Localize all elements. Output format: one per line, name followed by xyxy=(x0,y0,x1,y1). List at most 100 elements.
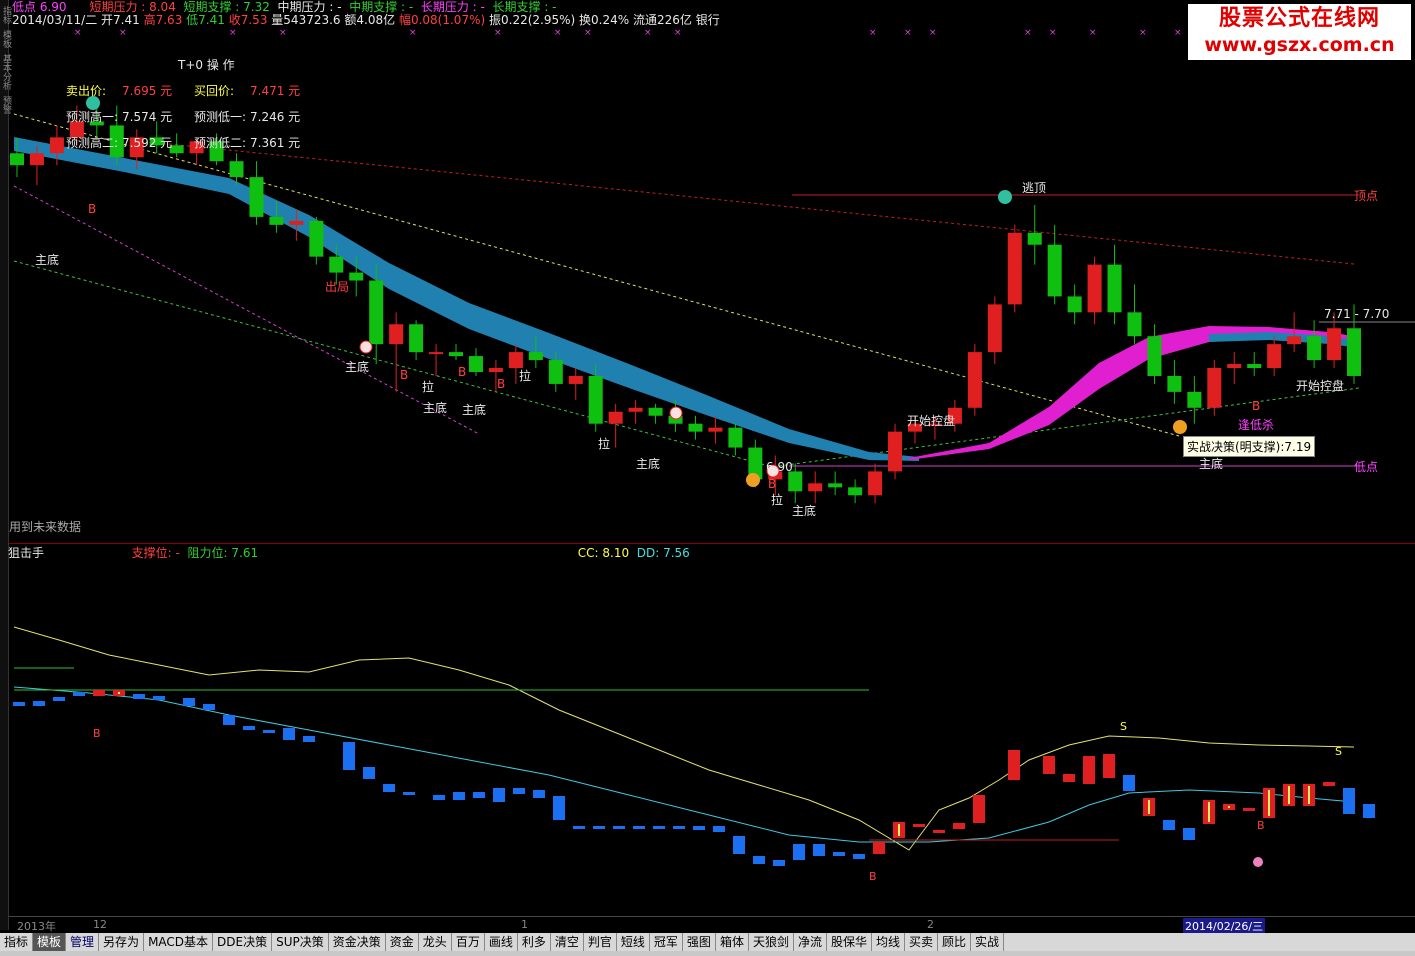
candle-body-55 xyxy=(1107,264,1122,313)
candle-body-15 xyxy=(309,220,324,257)
lower-bar-43 xyxy=(913,824,925,827)
lower-bar-45 xyxy=(953,823,965,829)
tab-6[interactable]: SUP决策 xyxy=(272,933,329,951)
lower-bar-33 xyxy=(713,826,725,832)
lower-bar-51 xyxy=(1103,754,1115,778)
pred-low1-label: 预测低一: xyxy=(194,110,247,124)
candle-body-49 xyxy=(987,304,1002,353)
tab-5[interactable]: DDE决策 xyxy=(213,933,273,951)
tab-13[interactable]: 清空 xyxy=(551,933,584,951)
lower-bar-41 xyxy=(873,842,885,854)
lower-indicator-chart[interactable] xyxy=(9,560,1415,915)
lower-bar-core-5 xyxy=(118,692,120,694)
lower-bar-15 xyxy=(343,742,355,770)
tab-20[interactable]: 净流 xyxy=(794,933,827,951)
lower-bar-core-57 xyxy=(1228,806,1230,808)
tab-11[interactable]: 画线 xyxy=(485,933,518,951)
candle-body-22 xyxy=(449,352,464,357)
lower-bar-55 xyxy=(1183,828,1195,840)
tab-9[interactable]: 龙头 xyxy=(419,933,452,951)
top-x-mark-0: × xyxy=(74,28,82,38)
buy-back-label: 买回价: xyxy=(194,84,235,98)
candle-body-31 xyxy=(628,407,643,412)
quote-date: 2014/03/11/二 xyxy=(12,13,98,27)
lower-bar-50 xyxy=(1083,756,1095,784)
lower-bar-30 xyxy=(653,826,665,829)
pred-low1-value: 7.246 元 xyxy=(250,110,301,124)
tab-22[interactable]: 均线 xyxy=(872,933,906,951)
lower-yellow-line xyxy=(13,626,1355,851)
tab-15[interactable]: 短线 xyxy=(617,933,650,951)
tab-17[interactable]: 强图 xyxy=(683,933,716,951)
tab-25[interactable]: 实战 xyxy=(971,933,1005,951)
lower-bar-8 xyxy=(183,698,195,706)
plus-marker-2 xyxy=(669,406,683,420)
lower-bar-52 xyxy=(1123,775,1135,791)
lower-indicator-name[interactable]: 狙击手 xyxy=(8,546,44,560)
low-value-tag: 6.90 xyxy=(766,460,793,474)
tab-3[interactable]: 另存为 xyxy=(99,933,145,951)
buy-mark-5: B xyxy=(768,477,777,491)
trend-line-green-1 xyxy=(13,260,770,467)
lower-bar-9 xyxy=(203,704,215,710)
candle-body-19 xyxy=(389,324,404,345)
candle-body-41 xyxy=(828,483,843,488)
tab-12[interactable]: 利多 xyxy=(518,933,551,951)
left-side-tabs[interactable]: 指标 模板 基本分析 预警 xyxy=(0,0,11,930)
candle-body-44 xyxy=(888,431,903,472)
tab-0[interactable]: 指标 xyxy=(0,933,34,951)
tab-8[interactable]: 资金 xyxy=(386,933,419,951)
candle-body-35 xyxy=(708,427,723,432)
top-x-mark-16: × xyxy=(1139,28,1147,38)
lower-bar-3 xyxy=(73,692,85,696)
tab-24[interactable]: 顾比 xyxy=(938,933,972,951)
lower-bar-28 xyxy=(613,826,625,829)
buy-mark-2: B xyxy=(400,368,409,382)
lower-bar-4 xyxy=(93,690,105,696)
tab-10[interactable]: 百万 xyxy=(452,933,485,951)
tab-16[interactable]: 冠军 xyxy=(650,933,683,951)
lower-bar-1 xyxy=(33,701,45,706)
tab-23[interactable]: 买卖 xyxy=(905,933,939,951)
candle-body-59 xyxy=(1187,391,1202,408)
top-x-mark-7: × xyxy=(584,28,592,38)
lower-buy-mark-1: B xyxy=(93,727,101,740)
lower-sell-mark-1: S xyxy=(1120,720,1127,733)
tab-4[interactable]: MACD基本 xyxy=(144,933,214,951)
lower-cc: CC: 8.10 xyxy=(577,546,630,560)
lower-bar-27 xyxy=(593,826,605,829)
lower-bar-35 xyxy=(753,856,765,864)
tab-1[interactable]: 模板 xyxy=(33,933,67,951)
candle-body-43 xyxy=(868,471,883,496)
candle-body-64 xyxy=(1287,336,1302,345)
top-x-mark-1: × xyxy=(119,28,127,38)
candle-body-50 xyxy=(1007,232,1022,305)
top-x-mark-11: × xyxy=(904,28,912,38)
quote-amount: 额4.08亿 xyxy=(344,13,396,27)
candle-body-26 xyxy=(528,352,543,361)
quote-change: 幅0.08(1.07%) xyxy=(398,13,486,27)
candle-body-56 xyxy=(1127,312,1142,337)
candle-body-20 xyxy=(409,324,424,353)
quote-float: 流通226亿 xyxy=(633,13,692,27)
lower-bar-62 xyxy=(1323,782,1335,786)
lower-bar-31 xyxy=(673,826,685,829)
pull-label-1: 拉 xyxy=(422,380,435,394)
candle-body-58 xyxy=(1167,375,1182,392)
lower-bar-32 xyxy=(693,826,705,830)
pred-high1-label: 预测高一: xyxy=(66,110,119,124)
candle-body-53 xyxy=(1067,296,1082,313)
axis-month-1: 1 xyxy=(521,918,528,931)
tab-18[interactable]: 箱体 xyxy=(716,933,749,951)
tab-14[interactable]: 判官 xyxy=(584,933,617,951)
tab-21[interactable]: 股保华 xyxy=(827,933,872,951)
candle-body-61 xyxy=(1227,364,1242,369)
lower-bar-48 xyxy=(1043,756,1055,774)
pull-label-2: 拉 xyxy=(519,369,532,383)
tab-7[interactable]: 资金决策 xyxy=(329,933,386,951)
tab-2[interactable]: 管理 xyxy=(66,933,100,951)
candle-body-67 xyxy=(1347,328,1361,376)
tab-19[interactable]: 天狼剑 xyxy=(749,933,794,951)
bottom-template-tabs[interactable]: 指标 模板 管理 另存为 MACD基本 DDE决策 SUP决策 资金决策 资金 龙头 百万 画线 利多清… xyxy=(0,933,1415,951)
lower-bar-13 xyxy=(283,728,295,740)
